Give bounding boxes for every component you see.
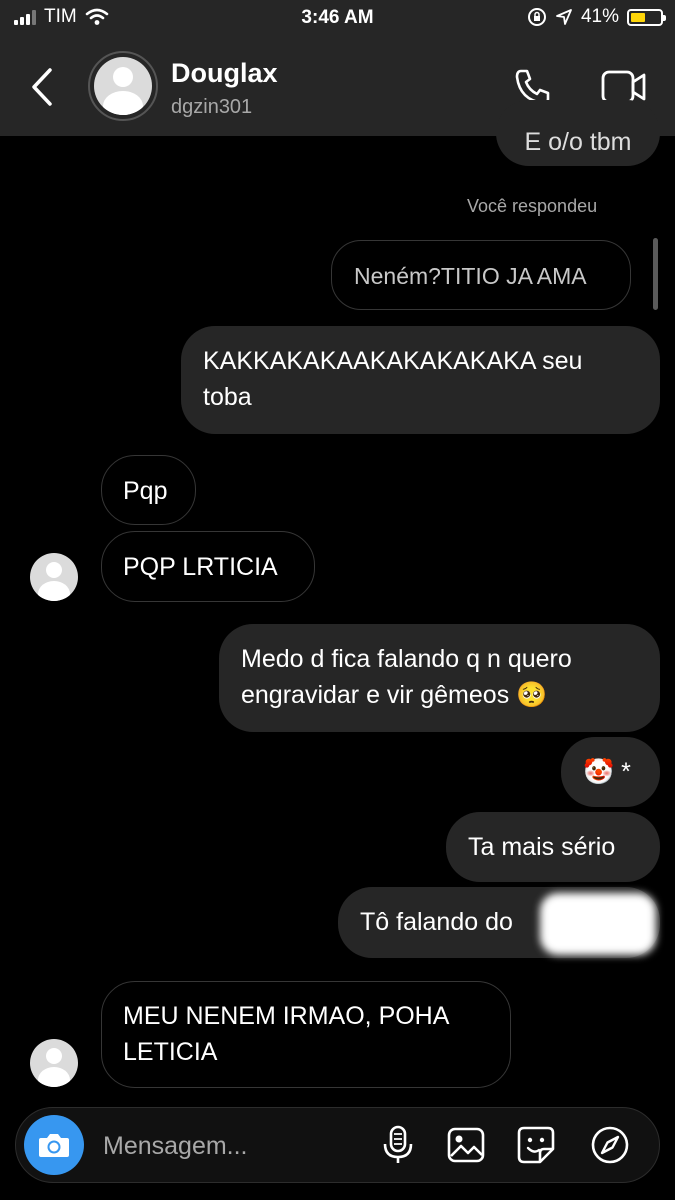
location-arrow-icon [556,9,572,25]
status-bar: TIM 3:46 AM 41% [0,0,675,38]
redaction-blur [540,893,656,955]
status-right-group: 41% [527,6,666,28]
contact-username[interactable]: dgzin301 [171,96,252,119]
battery-percent: 41% [580,6,619,27]
scrollbar[interactable] [653,238,658,310]
message-bubble-outgoing[interactable]: KAKKAKAKAAKAKAKAKAKA seu toba [181,326,660,434]
compass-icon[interactable] [590,1125,630,1165]
sticker-icon[interactable] [516,1125,556,1165]
gallery-icon[interactable] [446,1125,486,1165]
message-composer [15,1107,660,1183]
message-bubble-incoming[interactable]: PQP LRTICIA [101,531,315,602]
message-line: MEU NENEM IRMAO, POHA [123,1002,450,1030]
message-bubble-cut-off[interactable]: E o/o tbm [496,100,660,166]
orientation-lock-icon [527,8,546,26]
sender-avatar[interactable] [30,553,78,601]
message-line: engravidar e vir gêmeos 🥺 [241,681,548,709]
avatar-placeholder-icon [94,57,152,115]
message-line: Ta mais sério [468,833,616,861]
message-line: KAKKAKAKAAKAKAKAKAKA seu [203,347,583,375]
message-line: toba [203,383,252,411]
message-input[interactable] [101,1126,375,1166]
battery-icon [627,8,666,26]
message-bubble-outgoing[interactable]: 🤡 * [561,737,660,807]
message-line: Tô falando do [360,908,513,936]
back-chevron-icon[interactable] [26,64,66,110]
sender-avatar[interactable] [30,1039,78,1087]
contact-name[interactable]: Douglax [171,58,278,89]
message-line: 🤡 * [583,758,631,786]
microphone-icon[interactable] [378,1125,418,1165]
message-bubble-incoming[interactable]: MEU NENEM IRMAO, POHA LETICIA [101,981,511,1088]
message-line: Medo d fica falando q n quero [241,645,572,673]
message-line: LETICIA [123,1038,218,1066]
quoted-message[interactable]: Neném?TITIO JA AMA [331,240,631,310]
replied-label: Você respondeu [467,196,598,216]
contact-avatar[interactable] [88,51,158,121]
camera-button[interactable] [24,1115,84,1175]
message-bubble-outgoing[interactable]: Medo d fica falando q n quero engravidar… [219,624,660,732]
camera-icon [39,1134,69,1157]
message-bubble-outgoing[interactable]: Ta mais sério [446,812,660,882]
message-line: PQP LRTICIA [123,553,278,581]
message-bubble-incoming[interactable]: Pqp [101,455,196,525]
message-line: Pqp [123,477,168,505]
